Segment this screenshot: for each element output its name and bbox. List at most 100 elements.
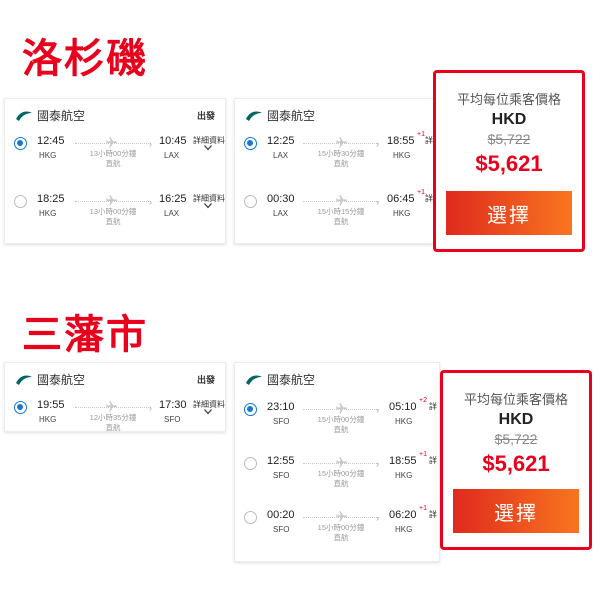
arrival-time: 18:55 [387,135,415,147]
chevron-right-icon: › [376,139,379,149]
duration-text: 13小時00分鐘 [89,149,137,158]
chevron-down-icon[interactable] [204,145,212,151]
flight-radio[interactable] [14,195,27,208]
flight-radio[interactable] [14,137,27,150]
duration-text: 15小時15分鐘 [317,207,365,216]
flight-row[interactable]: 23:10 SFO › 15小時00分鐘 直航 05:10 +2 HKG 詳 [235,397,439,437]
discounted-price: $5,621 [475,151,543,176]
airline-header: 國泰航空 [15,107,85,124]
arrival-airport: HKG [395,525,413,534]
plane-icon [106,195,117,206]
original-price: $5,722 [494,431,538,447]
departure-airport: SFO [273,417,290,426]
arrival-airport: LAX [164,151,180,160]
arrival-airport: HKG [393,151,411,160]
cathay-logo-icon [16,374,32,385]
flight-type: 直航 [333,533,349,542]
chevron-right-icon: › [149,139,152,149]
next-day-indicator: +1 [417,131,425,138]
price-box: 平均每位乘客價格 HKD $5,722 $5,621 選擇 [440,370,592,550]
flight-radio[interactable] [244,403,257,416]
chevron-down-icon[interactable] [204,203,212,209]
departure-time: 12:25 [267,135,295,147]
arrival-time: 18:55 [389,455,417,467]
duration-text: 12小時35分鐘 [89,413,137,422]
flight-row[interactable]: 00:20 SFO › 15小時00分鐘 直航 06:20 +1 HKG 詳 [235,505,439,545]
flight-type: 直航 [333,217,349,226]
departure-time: 23:10 [267,401,295,413]
details-link[interactable]: 詳 [429,455,437,466]
flight-duration: 15小時00分鐘 直航 [301,469,381,489]
arrival-airport: LAX [164,209,180,218]
departure-time: 12:45 [37,135,65,147]
details-link[interactable]: 詳 [425,135,433,146]
plane-icon [106,401,117,412]
flight-type: 直航 [105,217,121,226]
airline-header: 國泰航空 [15,371,85,388]
flight-radio[interactable] [244,137,257,150]
plane-icon [336,137,347,148]
cathay-logo-icon [16,110,32,121]
arrival-time: 10:45 [159,135,187,147]
flight-type: 直航 [105,159,121,168]
chevron-right-icon: › [376,459,379,469]
duration-text: 15小時00分鐘 [317,469,365,478]
direction-label: 出發 [196,111,215,121]
flight-row[interactable]: 12:25 LAX › 15小時30分鐘 直航 18:55 +1 HKG 詳 [235,131,433,171]
plane-icon [336,195,347,206]
flight-type: 直航 [333,159,349,168]
duration-text: 15小時00分鐘 [317,523,365,532]
next-day-indicator: +1 [419,451,427,458]
chevron-right-icon: › [376,405,379,415]
arrival-airport: HKG [395,471,413,480]
flight-type: 直航 [333,425,349,434]
arrival-airport: HKG [393,209,411,218]
details-link[interactable]: 詳 [425,193,433,204]
direction-label: 出發 [196,375,215,385]
airline-header: 國泰航空 [245,371,315,388]
chevron-right-icon: › [376,197,379,207]
select-button[interactable]: 選擇 [453,489,579,533]
flight-row[interactable]: 00:30 LAX › 15小時15分鐘 直航 06:45 +1 HKG 詳 [235,189,433,229]
chevron-right-icon: › [376,513,379,523]
arrival-time: 05:10 [389,401,417,413]
select-button[interactable]: 選擇 [446,191,572,235]
outbound-flights-card: 國泰航空 出發 12:45 HKG › 13小時00分鐘 直航 10:45 LAX… [4,98,226,244]
flight-duration: 12小時35分鐘 直航 [73,413,153,433]
plane-icon [336,511,347,522]
departure-airport: HKG [39,415,57,424]
flight-duration: 15小時00分鐘 直航 [301,415,381,435]
duration-text: 15小時00分鐘 [317,415,365,424]
airline-name: 國泰航空 [267,373,316,387]
departure-time: 19:55 [37,399,65,411]
arrival-time: 06:20 [389,509,417,521]
chevron-down-icon[interactable] [204,409,212,415]
flight-radio[interactable] [244,195,257,208]
next-day-indicator: +1 [417,189,425,196]
flight-duration: 13小時00分鐘 直航 [73,149,153,169]
plane-icon [106,137,117,148]
next-day-indicator: +2 [419,397,427,404]
plane-icon [336,457,347,468]
price-label: 平均每位乘客價格 [463,392,568,407]
arrival-time: 06:45 [387,193,415,205]
airline-name: 國泰航空 [37,373,86,387]
details-link[interactable]: 詳 [429,509,437,520]
departure-airport: SFO [273,525,290,534]
departure-time: 18:25 [37,193,65,205]
flight-duration: 15小時15分鐘 直航 [301,207,381,227]
departure-airport: LAX [273,151,289,160]
details-link[interactable]: 詳 [429,401,437,412]
flight-row[interactable]: 19:55 HKG › 12小時35分鐘 直航 17:30 SFO 詳細資料 [5,395,225,435]
flight-row[interactable]: 12:55 SFO › 15小時00分鐘 直航 18:55 +1 HKG 詳 [235,451,439,491]
chevron-right-icon: › [149,197,152,207]
flight-row[interactable]: 12:45 HKG › 13小時00分鐘 直航 10:45 LAX 詳細資料 [5,131,225,171]
flight-row[interactable]: 18:25 HKG › 13小時00分鐘 直航 16:25 LAX 詳細資料 [5,189,225,229]
flight-radio[interactable] [14,401,27,414]
arrival-airport: HKG [395,417,413,426]
flight-radio[interactable] [244,457,257,470]
departure-time: 12:55 [267,455,295,467]
arrival-time: 16:25 [159,193,187,205]
departure-airport: HKG [39,151,57,160]
flight-radio[interactable] [244,511,257,524]
